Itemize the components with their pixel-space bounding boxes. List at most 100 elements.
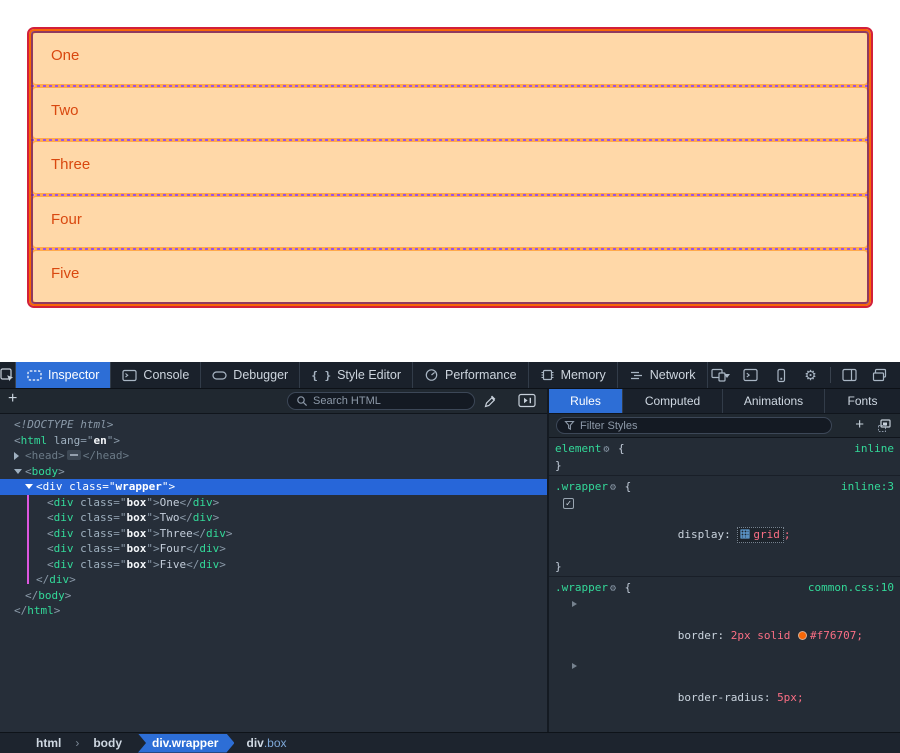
devtools-main: + Search HTML: [0, 389, 900, 732]
filter-placeholder: Filter Styles: [580, 420, 637, 432]
add-node-button[interactable]: +: [8, 390, 17, 408]
markup-line[interactable]: <div class="wrapper">: [0, 479, 547, 495]
property-name[interactable]: border: [678, 629, 718, 642]
markup-token: <: [47, 542, 54, 555]
tab-inspector[interactable]: Inspector: [16, 362, 111, 388]
markup-token: class: [74, 511, 114, 524]
gear-icon[interactable]: ⚙: [601, 444, 611, 455]
markup-line[interactable]: <div class="box">Five</div>: [0, 557, 547, 573]
class-panel-button[interactable]: [877, 419, 892, 436]
slideshow-button[interactable]: [518, 393, 536, 411]
settings-button[interactable]: ⚙: [798, 362, 824, 389]
tab-network[interactable]: Network: [618, 362, 708, 388]
rule-selector[interactable]: .wrapper: [555, 581, 608, 594]
markup-token: div: [193, 511, 213, 524]
breadcrumb-div-box[interactable]: div.box: [236, 736, 296, 750]
markup-token: </: [83, 449, 96, 462]
markup-token: >: [123, 449, 130, 462]
markup-line[interactable]: <div class="box">Four</div>: [0, 541, 547, 557]
markup-line[interactable]: <div class="box">One</div>: [0, 495, 547, 511]
expand-arrow-icon[interactable]: [572, 663, 577, 669]
markup-line[interactable]: <div class="box">Two</div>: [0, 510, 547, 526]
markup-token: div: [199, 558, 219, 571]
markup-token: box: [127, 511, 147, 524]
search-html-input[interactable]: Search HTML: [287, 392, 475, 410]
tab-performance[interactable]: Performance: [413, 362, 529, 388]
grid-highlighter-icon[interactable]: [740, 528, 750, 544]
gear-icon[interactable]: ⚙: [608, 482, 618, 493]
gear-icon[interactable]: ⚙: [608, 583, 618, 594]
color-swatch[interactable]: [798, 631, 807, 640]
expand-arrow-right-icon[interactable]: [14, 452, 19, 460]
markup-line[interactable]: </body>: [0, 588, 547, 604]
markup-token: div: [199, 542, 219, 555]
markup-line[interactable]: <body>: [0, 464, 547, 480]
markup-token: html: [27, 604, 54, 617]
breadcrumb-body[interactable]: body: [83, 736, 132, 750]
declaration-checkbox[interactable]: ✓: [563, 498, 574, 509]
property-value[interactable]: #f76707: [810, 629, 856, 642]
rule-wrapper-css: .wrapper⚙ { common.css:10 border: 2px so…: [549, 577, 900, 732]
tab-memory[interactable]: Memory: [529, 362, 618, 388]
markup-token: div: [49, 573, 69, 586]
tab-debugger[interactable]: Debugger: [201, 362, 300, 388]
grid-value-box[interactable]: grid: [737, 527, 784, 543]
device-button[interactable]: [768, 362, 794, 389]
property-value[interactable]: 5px: [777, 691, 797, 704]
rule-source-link[interactable]: inline:3: [841, 479, 894, 495]
property-name[interactable]: border-radius: [678, 691, 764, 704]
performance-icon: [424, 368, 439, 382]
split-console-button[interactable]: [738, 362, 764, 389]
tab-fonts[interactable]: Fonts: [825, 389, 900, 413]
markup-token: ">: [146, 558, 159, 571]
box-label: Four: [51, 211, 82, 228]
box-label: Five: [51, 265, 79, 282]
markup-line[interactable]: <html lang="en">: [0, 433, 547, 449]
expand-arrow-down-icon[interactable]: [25, 484, 33, 489]
css-declaration: background-color: #fff4e6;: [555, 721, 894, 733]
rule-selector[interactable]: .wrapper: [555, 480, 608, 493]
expand-arrow-icon[interactable]: [572, 601, 577, 607]
box-label: One: [51, 47, 79, 64]
breadcrumb-div-wrapper[interactable]: div.wrapper: [138, 734, 234, 753]
responsive-design-button[interactable]: [708, 362, 734, 389]
breadcrumb-html[interactable]: html: [26, 736, 71, 750]
box-label: Two: [51, 102, 79, 119]
markup-token: >: [226, 527, 233, 540]
markup-token: Four: [160, 542, 187, 555]
property-value[interactable]: grid: [753, 528, 780, 541]
property-name[interactable]: display: [678, 528, 724, 541]
rule-source-link[interactable]: inline: [854, 441, 894, 457]
expand-arrow-down-icon[interactable]: [14, 469, 22, 474]
rule-element: element⚙ { inline }: [549, 438, 900, 476]
css-declaration: ✓ display: grid;: [555, 496, 894, 559]
pick-element-button[interactable]: [0, 362, 16, 388]
chevron-right-icon: ›: [71, 736, 83, 750]
dock-side-button[interactable]: [837, 362, 863, 389]
eyedropper-button[interactable]: [482, 393, 498, 412]
markup-line[interactable]: <div class="box">Three</div>: [0, 526, 547, 542]
eyedropper-icon: [482, 393, 498, 409]
separate-window-button[interactable]: [867, 362, 893, 389]
rule-source-link[interactable]: common.css:10: [808, 580, 894, 596]
close-devtools-button[interactable]: ✕: [897, 362, 900, 389]
add-rule-button[interactable]: +: [855, 416, 864, 433]
markup-line[interactable]: </div>: [0, 572, 547, 588]
markup-line[interactable]: <!DOCTYPE html>: [0, 417, 547, 433]
markup-line[interactable]: </html>: [0, 603, 547, 619]
rule-selector[interactable]: element: [555, 442, 601, 455]
markup-token: >: [213, 511, 220, 524]
tab-animations[interactable]: Animations: [723, 389, 825, 413]
tab-rules[interactable]: Rules: [549, 389, 623, 413]
markup-token: =": [113, 542, 126, 555]
markup-token: =": [102, 480, 115, 493]
markup-token: head: [32, 449, 59, 462]
tab-style-editor[interactable]: { } Style Editor: [300, 362, 413, 388]
filter-styles-input[interactable]: Filter Styles: [556, 417, 832, 434]
screenshot-root: One Two Three Four Five Inspector: [0, 0, 900, 753]
tab-computed[interactable]: Computed: [623, 389, 723, 413]
tab-console[interactable]: Console: [111, 362, 201, 388]
markup-line[interactable]: <head></head>: [0, 448, 547, 464]
gear-icon: ⚙: [804, 367, 817, 384]
markup-token: =": [80, 434, 93, 447]
